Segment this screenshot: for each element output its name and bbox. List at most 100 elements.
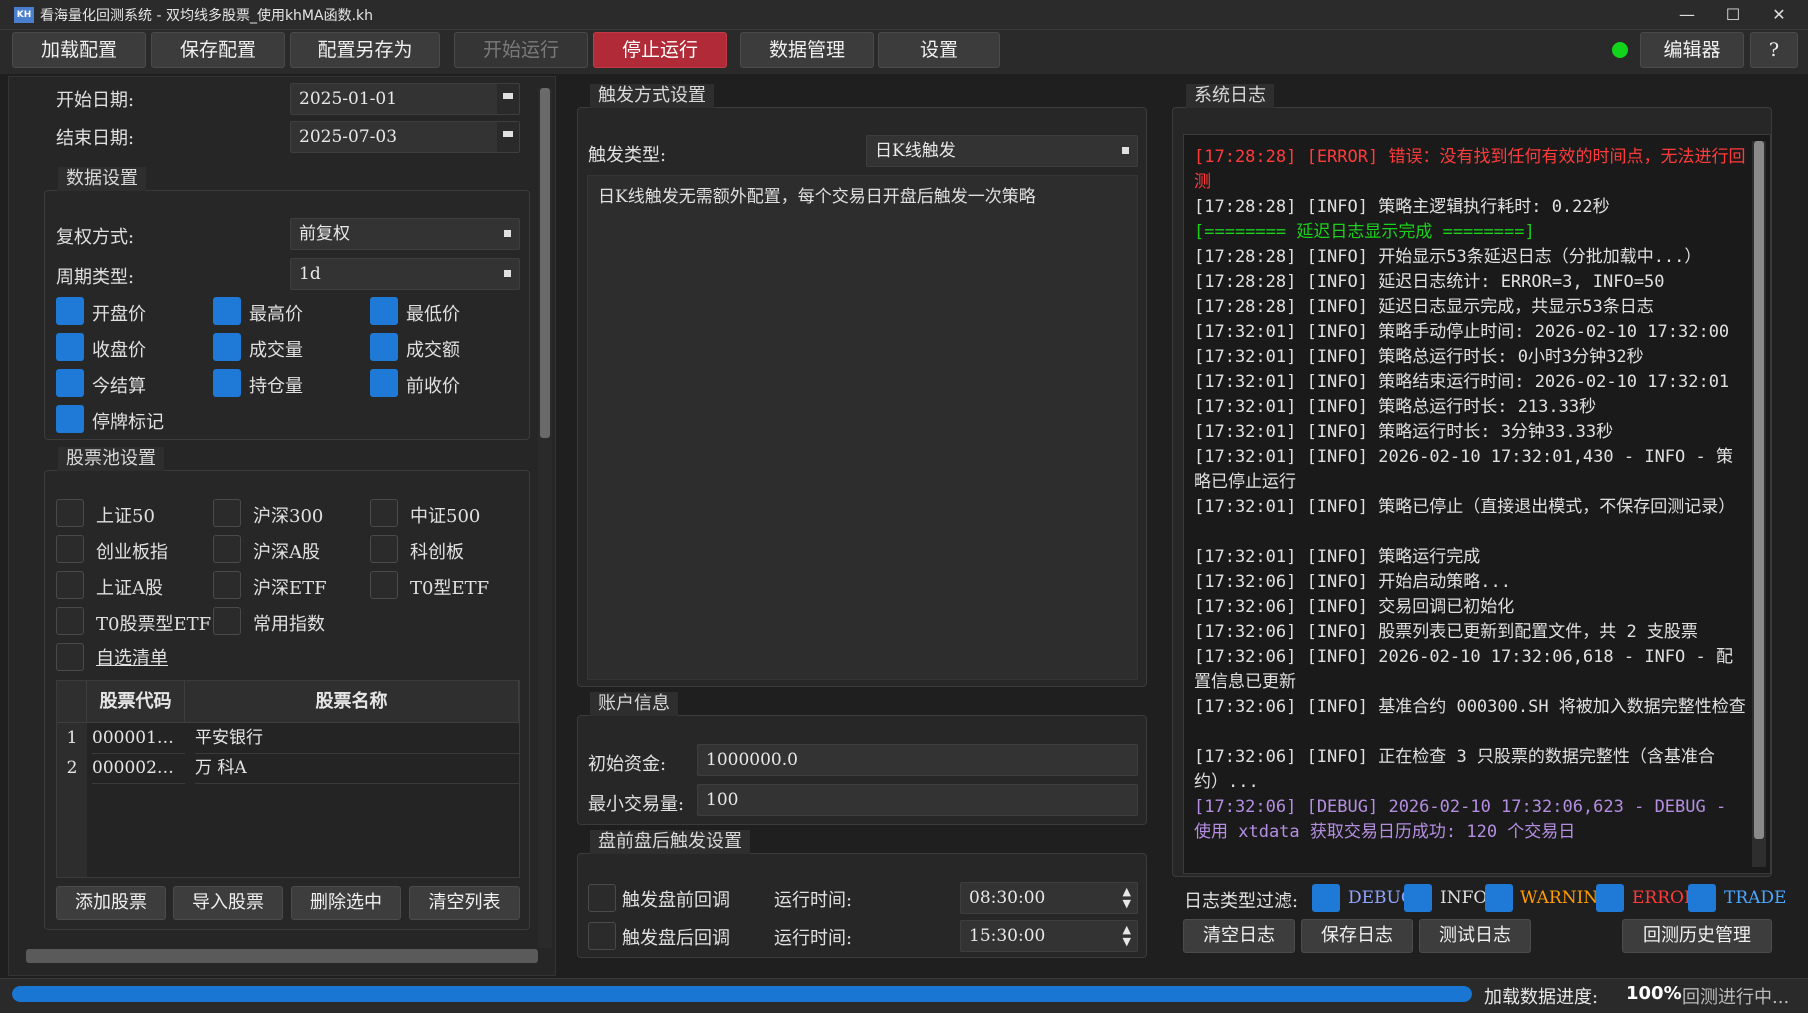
account-title: 账户信息 [590,692,678,716]
checkbox-close[interactable] [56,333,84,361]
checkbox-open-interest[interactable] [213,369,241,397]
editor-button[interactable]: 编辑器 [1640,32,1744,68]
spinner-icon[interactable]: ▲ ▼ [1123,924,1131,948]
custom-list-link[interactable]: 自选清单 [96,644,168,670]
checkbox-hs300-label: 沪深300 [253,506,324,527]
settings-button[interactable]: 设置 [878,32,1000,68]
post-time-label: 运行时间: [774,928,853,949]
checkbox-volume[interactable] [213,333,241,361]
log-line: [17:32:06] [DEBUG] 2026-02-10 17:32:06,6… [1194,797,1727,842]
adjust-select[interactable]: 前复权 [290,218,520,250]
filter-info-checkbox[interactable] [1404,884,1432,912]
log-scrollbar[interactable] [1752,141,1766,867]
load-config-button[interactable]: 加载配置 [12,32,146,68]
checkbox-custom-list[interactable] [56,643,84,671]
period-value: 1d [299,264,321,284]
left-h-scrollbar[interactable] [26,949,538,963]
checkbox-t0stocketf[interactable] [56,607,84,635]
minimize-button[interactable]: — [1664,0,1710,30]
end-date-value: 2025-07-03 [299,127,398,147]
left-scrollbar[interactable] [538,88,552,948]
checkbox-volume-label: 成交量 [249,340,303,361]
start-run-button[interactable]: 开始运行 [454,32,588,68]
filter-trade-checkbox[interactable] [1688,884,1716,912]
prepost-title: 盘前盘后触发设置 [590,830,750,854]
pre-time-input[interactable]: 08:30:00 ▲ ▼ [960,882,1138,914]
checkbox-hsetf[interactable] [213,571,241,599]
maximize-button[interactable]: ☐ [1710,0,1756,30]
log-line: [17:28:28] [INFO] 延迟日志统计: ERROR=3, INFO=… [1194,272,1665,292]
checkbox-open[interactable] [56,297,84,325]
filter-debug-checkbox[interactable] [1312,884,1340,912]
help-button[interactable]: ? [1750,32,1798,68]
row-code[interactable]: 000001… [92,723,185,754]
clear-list-button[interactable]: 清空列表 [409,886,520,920]
end-date-field[interactable]: 2025-07-03 [290,121,520,153]
row-name[interactable]: 平安银行 [195,723,519,754]
checkbox-hsa[interactable] [213,535,241,563]
checkbox-open-label: 开盘价 [92,304,146,325]
checkbox-hs300[interactable] [213,499,241,527]
checkbox-high[interactable] [213,297,241,325]
row-name[interactable]: 万 科A [195,753,519,784]
checkbox-pre-market[interactable] [588,884,616,912]
capital-input[interactable]: 1000000.0 [697,744,1138,776]
checkbox-kcb[interactable] [370,535,398,563]
log-scrollbar-thumb[interactable] [1754,141,1764,839]
backtest-history-button[interactable]: 回测历史管理 [1622,919,1772,953]
start-date-field[interactable]: 2025-01-01 [290,83,520,115]
checkbox-sha[interactable] [56,571,84,599]
clear-log-button[interactable]: 清空日志 [1183,919,1295,953]
log-area[interactable]: [17:28:28] [ERROR] 错误：没有找到任何有效的时间点，无法进行回… [1183,134,1771,874]
period-label: 周期类型: [56,267,135,288]
checkbox-t0stocketf-label: T0股票型ETF [96,614,212,635]
checkbox-pre-close[interactable] [370,369,398,397]
checkbox-sha-label: 上证A股 [96,578,163,599]
test-log-button[interactable]: 测试日志 [1419,919,1531,953]
delete-selected-button[interactable]: 删除选中 [291,886,401,920]
filter-info-label: INFO [1440,888,1488,908]
checkbox-low-label: 最低价 [406,304,460,325]
period-select[interactable]: 1d [290,258,520,290]
checkbox-low[interactable] [370,297,398,325]
filter-error-checkbox[interactable] [1596,884,1624,912]
checkbox-t0etf[interactable] [370,571,398,599]
save-config-button[interactable]: 保存配置 [151,32,285,68]
checkbox-sz50[interactable] [56,499,84,527]
pre-time-value: 08:30:00 [969,888,1046,908]
log-line: [17:28:28] [ERROR] 错误：没有找到任何有效的时间点，无法进行回… [1194,147,1746,192]
checkbox-post-market[interactable] [588,922,616,950]
add-stock-button[interactable]: 添加股票 [56,886,166,920]
save-log-button[interactable]: 保存日志 [1301,919,1413,953]
checkbox-common-index[interactable] [213,607,241,635]
data-management-button[interactable]: 数据管理 [740,32,874,68]
spinner-icon[interactable]: ▲ ▼ [1123,886,1131,910]
trigger-type-select[interactable]: 日K线触发 [866,135,1138,167]
checkbox-zz500[interactable] [370,499,398,527]
left-scrollbar-thumb[interactable] [540,88,550,438]
post-time-input[interactable]: 15:30:00 ▲ ▼ [960,920,1138,952]
checkbox-suspend[interactable] [56,405,84,433]
filter-warning-checkbox[interactable] [1485,884,1513,912]
row-code[interactable]: 000002… [92,753,185,784]
load-progress-bar [12,986,1472,1002]
start-date-value: 2025-01-01 [299,89,398,109]
header-stock-code[interactable]: 股票代码 [87,681,185,723]
checkbox-amount[interactable] [370,333,398,361]
checkbox-settle[interactable] [56,369,84,397]
calendar-icon[interactable] [497,84,519,114]
log-line: [17:32:01] [INFO] 策略结束运行时间: 2026-02-10 1… [1194,372,1730,392]
stop-run-button[interactable]: 停止运行 [593,32,727,68]
save-config-as-button[interactable]: 配置另存为 [290,32,440,68]
checkbox-hsetf-label: 沪深ETF [253,578,327,599]
log-line: [17:28:28] [INFO] 策略主逻辑执行耗时: 0.22秒 [1194,197,1610,217]
trigger-type-label: 触发类型: [588,145,667,166]
import-stock-button[interactable]: 导入股票 [173,886,283,920]
header-stock-name[interactable]: 股票名称 [185,681,519,723]
calendar-icon[interactable] [497,122,519,152]
log-line: [17:32:06] [INFO] 开始启动策略... [1194,572,1511,592]
dropdown-arrow-icon [504,270,511,277]
checkbox-cyb[interactable] [56,535,84,563]
min-trade-input[interactable]: 100 [697,784,1138,816]
close-window-button[interactable]: ✕ [1756,0,1802,30]
